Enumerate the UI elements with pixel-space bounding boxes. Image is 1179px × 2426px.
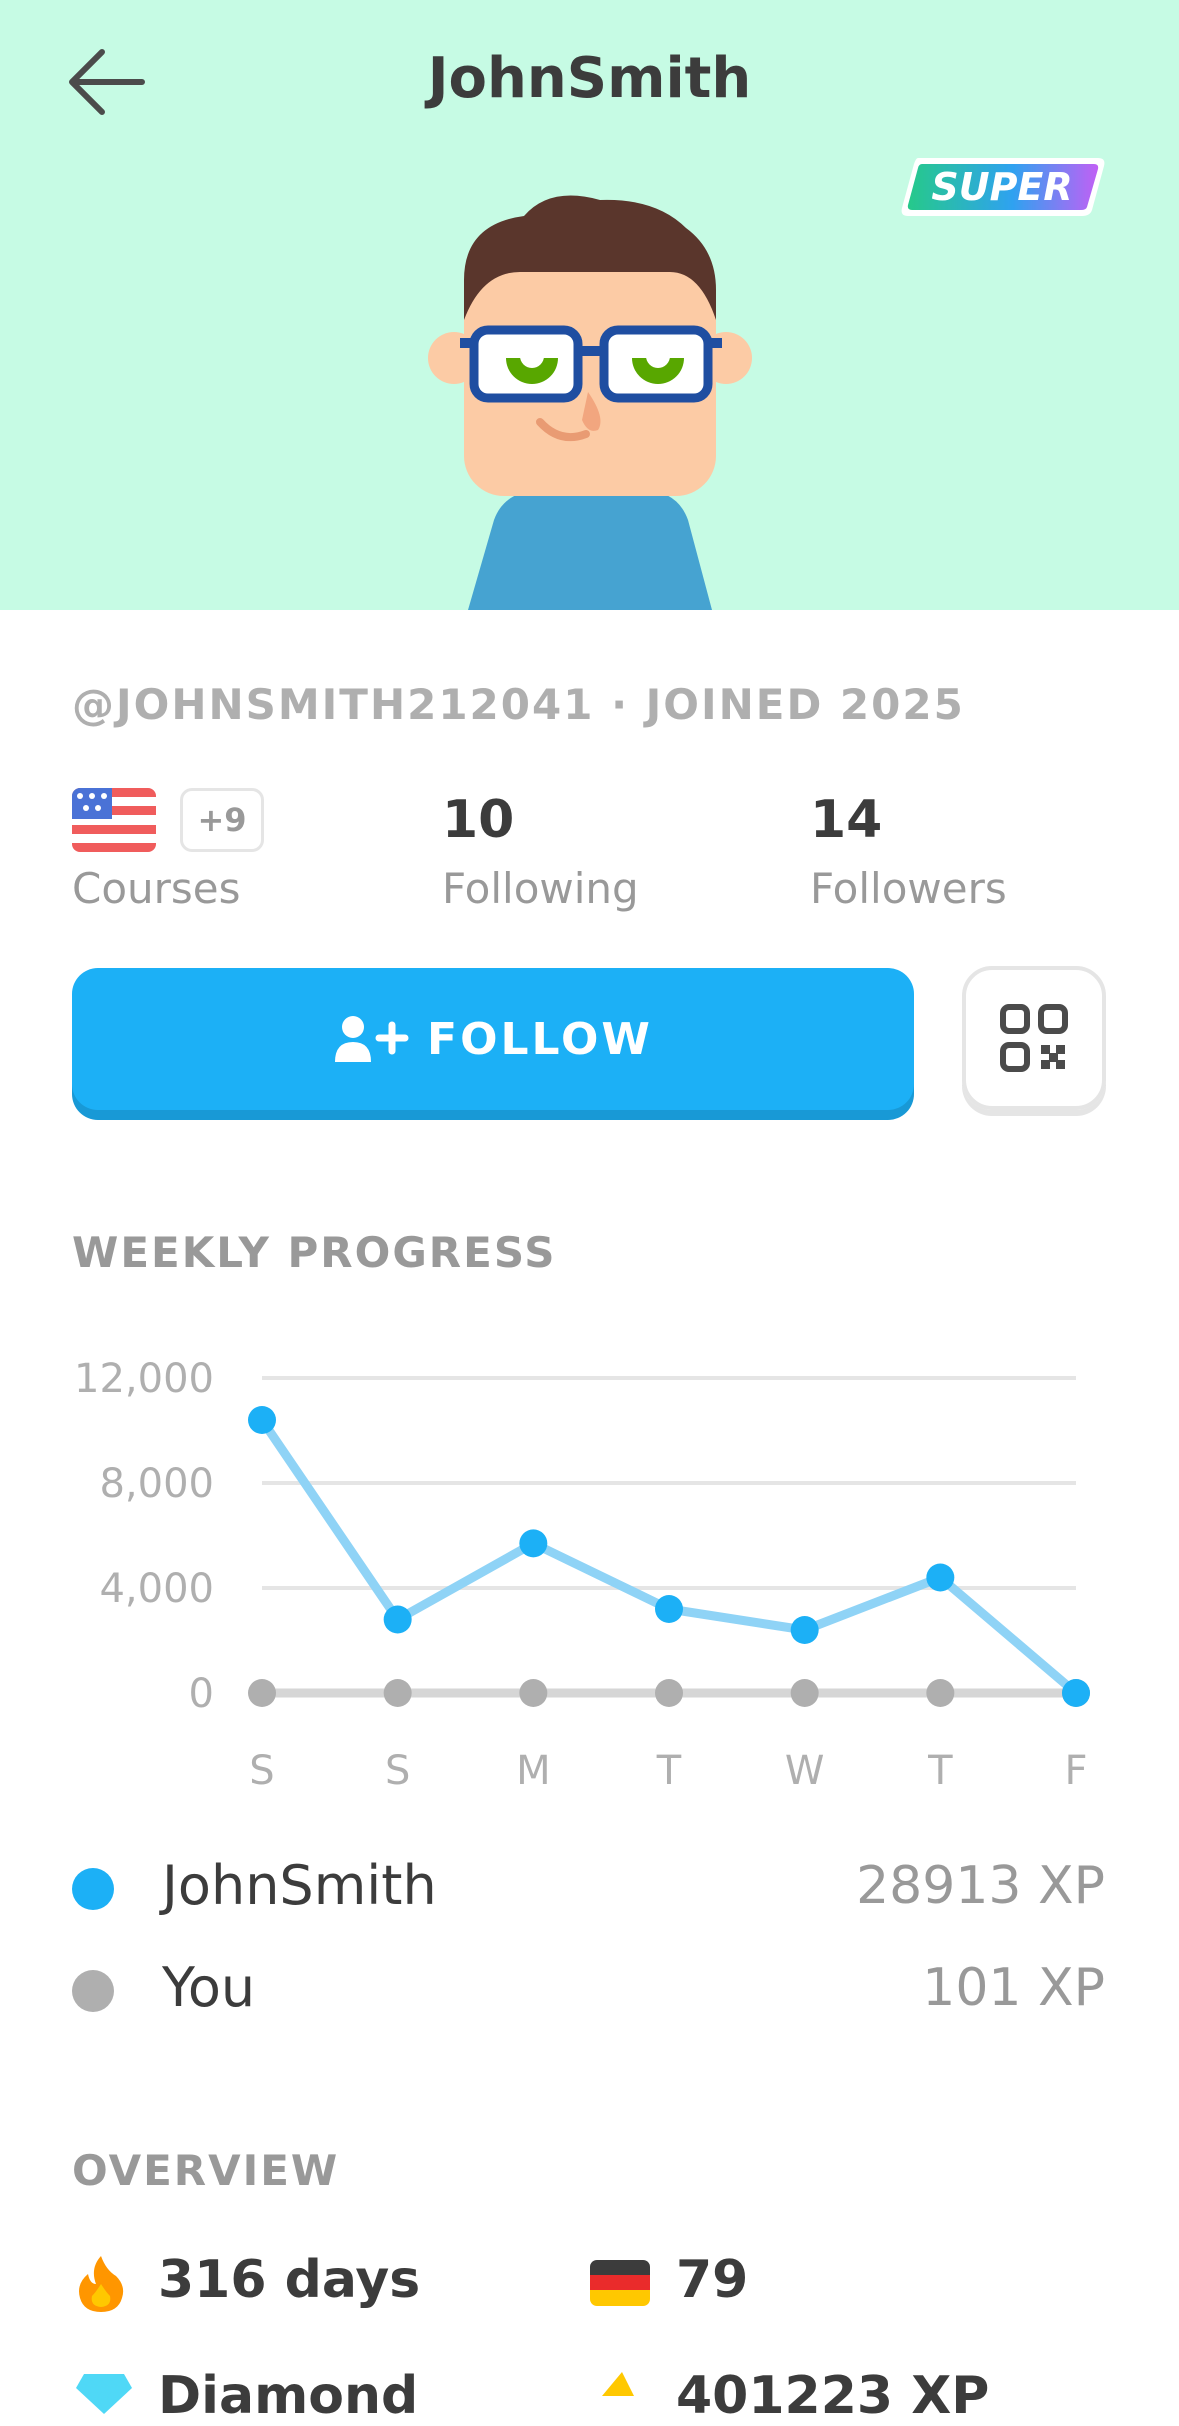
follow-button[interactable]: FOLLOW <box>72 968 914 1110</box>
avatar <box>420 180 760 610</box>
legend-xp-you: 101 XP <box>922 1958 1105 2018</box>
super-badge-label: SUPER <box>931 165 1072 209</box>
y-tick-label: 8,000 <box>99 1461 214 1507</box>
qr-code-icon <box>1000 1004 1068 1072</box>
x-tick-label: S <box>385 1748 410 1794</box>
diamond-league-icon <box>76 2374 132 2414</box>
german-flag-icon <box>590 2260 650 2306</box>
data-point <box>926 1563 955 1592</box>
x-tick-label: T <box>927 1748 953 1794</box>
legend-name-you: You <box>162 1956 256 2019</box>
league-name: Diamond <box>158 2366 419 2426</box>
y-tick-label: 4,000 <box>99 1566 214 1612</box>
data-point <box>248 1679 276 1707</box>
streak-days: 316 days <box>158 2250 421 2310</box>
language-score: 79 <box>676 2250 749 2310</box>
data-point <box>1062 1679 1090 1707</box>
data-point <box>248 1406 276 1434</box>
data-point <box>383 1679 412 1707</box>
flame-icon <box>79 2256 124 2312</box>
legend-xp-johnsmith: 28913 XP <box>856 1856 1105 1916</box>
x-tick-label: M <box>516 1748 551 1794</box>
series-line <box>257 1415 1081 1698</box>
followers-label[interactable]: Followers <box>810 864 1007 913</box>
x-tick-label: T <box>656 1748 682 1794</box>
y-tick-label: 0 <box>189 1671 214 1717</box>
data-point <box>655 1595 683 1623</box>
following-label[interactable]: Following <box>442 864 639 913</box>
super-badge: SUPER <box>898 154 1108 220</box>
x-tick-label: S <box>249 1748 274 1794</box>
profile-header: JohnSmith SUPER <box>0 0 1179 610</box>
data-point <box>383 1605 412 1634</box>
x-tick-label: F <box>1064 1748 1087 1794</box>
y-tick-label: 12,000 <box>74 1356 214 1402</box>
more-courses-badge[interactable]: +9 <box>180 788 264 852</box>
legend-dot-you <box>72 1970 114 2012</box>
page-title: JohnSmith <box>427 46 752 111</box>
following-count[interactable]: 10 <box>442 790 514 850</box>
legend-dot-johnsmith <box>72 1868 114 1910</box>
data-point <box>926 1679 955 1707</box>
us-flag-icon[interactable] <box>72 788 156 852</box>
lightning-icon <box>602 2372 634 2396</box>
data-point <box>519 1679 548 1707</box>
data-point <box>790 1679 819 1707</box>
qr-code-button[interactable] <box>962 966 1106 1110</box>
data-point <box>655 1679 683 1707</box>
legend-name-johnsmith: JohnSmith <box>162 1854 437 1917</box>
x-tick-label: W <box>785 1748 825 1794</box>
overview-title: OVERVIEW <box>72 2146 340 2195</box>
follow-button-label: FOLLOW <box>427 1013 653 1065</box>
weekly-progress-chart: 0 4,000 8,000 12,000 S S M T W T F <box>74 1356 1090 1794</box>
followers-count[interactable]: 14 <box>810 790 882 850</box>
data-point <box>790 1616 819 1644</box>
weekly-progress-title: WEEKLY PROGRESS <box>72 1228 557 1277</box>
total-xp: 401223 XP <box>676 2366 990 2426</box>
add-user-icon <box>335 1016 409 1062</box>
data-point <box>519 1529 548 1558</box>
username-join-date: @JOHNSMITH212041 · JOINED 2025 <box>72 680 965 729</box>
courses-label: Courses <box>72 864 241 913</box>
